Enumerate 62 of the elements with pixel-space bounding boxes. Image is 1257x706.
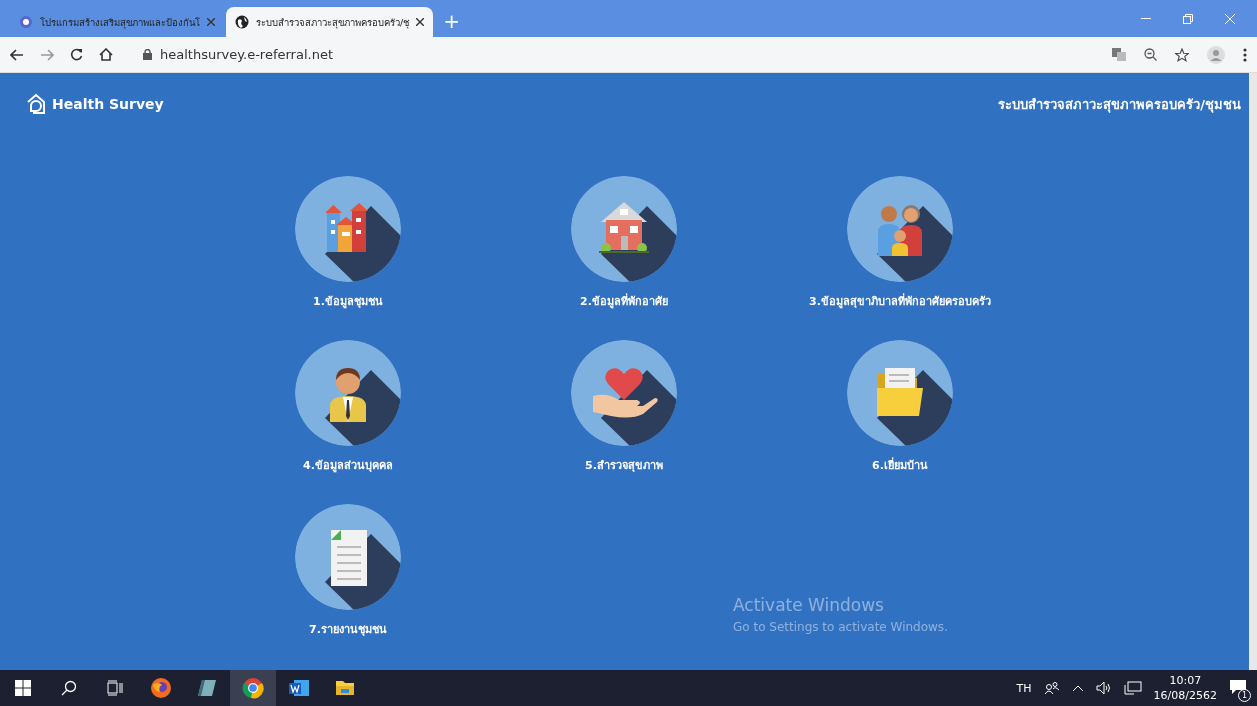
minimize-icon[interactable] — [1141, 17, 1151, 20]
new-tab-button[interactable]: + — [443, 9, 460, 33]
forward-icon[interactable] — [40, 48, 54, 61]
document-icon — [331, 530, 367, 586]
chevron-up-icon[interactable] — [1071, 684, 1084, 692]
zoom-out-icon[interactable] — [1144, 48, 1157, 61]
people-icon[interactable] — [1043, 681, 1060, 695]
profile-icon[interactable] — [1207, 45, 1225, 64]
activation-title: Activate Windows — [733, 595, 885, 615]
menu-tile-icon[interactable] — [847, 340, 953, 446]
menu-label[interactable]: 6.เยี่ยมบ้าน — [872, 456, 928, 474]
notes-icon[interactable] — [196, 677, 218, 699]
task-view-icon[interactable] — [107, 680, 123, 696]
menu-tile-icon[interactable] — [571, 176, 677, 282]
word-icon[interactable] — [288, 677, 310, 699]
activation-hint: Go to Settings to activate Windows. — [733, 620, 948, 634]
person-icon — [330, 368, 366, 422]
clock-date[interactable]: 16/08/2562 — [1153, 688, 1217, 703]
house-logo-icon — [26, 93, 46, 115]
close-icon[interactable] — [1225, 13, 1235, 24]
firefox-icon[interactable] — [150, 677, 172, 699]
language-indicator[interactable]: TH — [1016, 681, 1032, 695]
house-icon — [599, 202, 649, 253]
restore-icon[interactable] — [1183, 13, 1193, 24]
network-icon[interactable] — [1123, 681, 1142, 695]
close-tab-icon[interactable] — [416, 18, 425, 26]
home-icon[interactable] — [99, 48, 113, 61]
menu-label[interactable]: 7.รายงานชุมชน — [309, 620, 387, 638]
folder-icon — [877, 368, 923, 416]
start-icon[interactable] — [15, 680, 31, 696]
notification-count: 1 — [1238, 688, 1251, 702]
lock-icon — [143, 49, 152, 60]
search-icon[interactable] — [61, 680, 77, 696]
menu-label[interactable]: 3.ข้อมูลสุขาภิบาลที่พักอาศัยครอบครัว — [809, 292, 991, 310]
system-title: ระบบสำรวจสภาวะสุขภาพครอบครัว/ชุมชน — [998, 95, 1241, 115]
clock-time[interactable]: 10:07 — [1153, 673, 1217, 688]
brand-name: Health Survey — [52, 96, 164, 112]
browser-tab[interactable]: โปรแกรมสร้างเสริมสุขภาพและป้องกันโ — [10, 7, 224, 37]
menu-label[interactable]: 2.ข้อมูลที่พักอาศัย — [580, 292, 668, 310]
browser-tab[interactable]: ระบบสำรวจสภาวะสุขภาพครอบครัว/ชุ — [226, 7, 434, 37]
star-icon[interactable] — [1175, 47, 1189, 62]
buildings-icon — [325, 203, 368, 252]
menu-tile-icon[interactable] — [571, 340, 677, 446]
menu-icon[interactable] — [1243, 47, 1247, 62]
menu-tile-icon[interactable] — [295, 176, 401, 282]
menu-label[interactable]: 1.ข้อมูลชุมชน — [313, 292, 383, 310]
menu-tile-icon[interactable] — [295, 340, 401, 446]
chrome-icon[interactable] — [242, 677, 264, 699]
menu-label[interactable]: 4.ข้อมูลส่วนบุคคล — [303, 456, 393, 474]
emblem-icon — [19, 15, 33, 29]
translate-icon[interactable] — [1112, 48, 1126, 61]
back-icon[interactable] — [10, 48, 24, 61]
globe-icon — [235, 15, 249, 29]
speaker-icon[interactable] — [1095, 681, 1112, 695]
menu-label[interactable]: 5.สำรวจสุขภาพ — [585, 456, 663, 474]
heart-hand-icon — [593, 368, 658, 418]
menu-tile-icon[interactable] — [847, 176, 953, 282]
family-icon — [878, 205, 922, 256]
reload-icon[interactable] — [70, 48, 83, 61]
menu-tile-icon[interactable] — [295, 504, 401, 610]
scrollbar[interactable] — [1249, 73, 1257, 670]
url-field[interactable]: healthsurvey.e-referral.net — [160, 47, 333, 62]
